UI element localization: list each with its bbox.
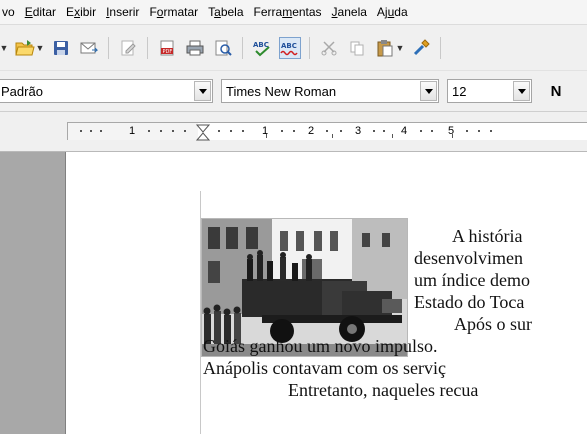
- new-document-dropdown[interactable]: ▼: [0, 37, 8, 59]
- save-icon[interactable]: [50, 37, 72, 59]
- menu-janela[interactable]: Janela: [327, 0, 372, 24]
- paragraph-line: Anápolis contavam com os serviç: [203, 358, 446, 378]
- ruler-dot: [420, 130, 422, 132]
- clone-formatting-icon[interactable]: [410, 37, 432, 59]
- ruler-dot: [383, 130, 385, 132]
- svg-text:PDF: PDF: [163, 49, 173, 55]
- page-preview-icon[interactable]: [212, 37, 234, 59]
- spellcheck-icon[interactable]: ABC: [251, 37, 273, 59]
- ruler-tick: [332, 134, 333, 138]
- horizontal-ruler[interactable]: 1 1 2 3 4 5: [67, 122, 587, 141]
- toolbar-separator: [440, 36, 441, 59]
- chevron-down-icon[interactable]: [513, 81, 530, 101]
- menu-editar[interactable]: Editar: [20, 0, 61, 24]
- toolbar-separator: [147, 36, 148, 59]
- print-icon[interactable]: [184, 37, 206, 59]
- paragraph-line: desenvolvimen: [414, 248, 523, 268]
- ruler-label: 4: [401, 125, 408, 137]
- chevron-down-icon[interactable]: [194, 81, 211, 101]
- paragraph-style-select[interactable]: Padrão: [0, 79, 213, 103]
- ruler-label: 1: [129, 125, 136, 137]
- paste-icon[interactable]: [374, 37, 396, 59]
- toolbar-separator: [108, 36, 109, 59]
- autospellcheck-icon[interactable]: ABC: [279, 36, 301, 59]
- standard-toolbar: ▼ ▼ PDF ABC ABC ▼: [0, 24, 587, 70]
- ruler-dot: [326, 130, 328, 132]
- menu-ferramentas[interactable]: Ferramentas: [249, 0, 327, 24]
- svg-text:ABC: ABC: [281, 42, 297, 50]
- toolbar-separator: [242, 36, 243, 59]
- ruler-dot: [184, 130, 186, 132]
- ruler-dot: [80, 130, 82, 132]
- indent-marker-icon[interactable]: [196, 124, 210, 141]
- paragraph-line: Após o sur: [454, 314, 533, 334]
- ruler-row: 1 1 2 3 4 5: [0, 112, 587, 152]
- ruler-dot: [431, 130, 433, 132]
- menu-arquivo[interactable]: vo: [0, 0, 20, 24]
- open-dropdown[interactable]: ▼: [36, 37, 45, 59]
- page-margin-background: [0, 152, 66, 434]
- paragraph-line: Estado do Toca: [414, 292, 525, 312]
- paragraph-line: um índice demo: [414, 270, 530, 290]
- ruler-dot: [90, 130, 92, 132]
- font-size-select[interactable]: 12: [447, 79, 532, 103]
- paragraph-line: A história: [452, 226, 523, 246]
- ruler-label: 5: [448, 125, 455, 137]
- ruler-dot: [160, 130, 162, 132]
- export-pdf-icon[interactable]: PDF: [156, 37, 178, 59]
- toolbar-separator: [309, 36, 310, 59]
- ruler-dot: [172, 130, 174, 132]
- paragraph-style-value: Padrão: [1, 83, 43, 99]
- ruler-dot: [373, 130, 375, 132]
- paste-dropdown[interactable]: ▼: [396, 37, 405, 59]
- menu-ajuda[interactable]: Ajuda: [372, 0, 413, 24]
- copy-icon[interactable]: [346, 37, 368, 59]
- email-icon[interactable]: [78, 37, 100, 59]
- paragraph-line: Goiás ganhou um novo impulso.: [203, 336, 438, 356]
- ruler-tick: [392, 134, 393, 138]
- menu-inserir[interactable]: Inserir: [101, 0, 144, 24]
- ruler-dot: [293, 130, 295, 132]
- font-name-value: Times New Roman: [226, 83, 337, 99]
- menu-tabela[interactable]: Tabela: [203, 0, 248, 24]
- menu-formatar[interactable]: Formatar: [144, 0, 203, 24]
- ruler-dot: [242, 130, 244, 132]
- ruler-dot: [100, 130, 102, 132]
- ruler-dot: [148, 130, 150, 132]
- ruler-dot: [466, 130, 468, 132]
- menu-exibir[interactable]: Exibir: [61, 0, 101, 24]
- cut-icon[interactable]: [318, 37, 340, 59]
- paragraph-line: Entretanto, naqueles recua: [288, 380, 479, 400]
- ruler-dot: [218, 130, 220, 132]
- ruler-label: 2: [308, 125, 315, 137]
- font-name-select[interactable]: Times New Roman: [221, 79, 439, 103]
- ruler-label: 3: [355, 125, 362, 137]
- formatting-toolbar: Padrão Times New Roman 12 N: [0, 70, 587, 112]
- open-folder-icon[interactable]: [14, 37, 36, 59]
- ruler-dot: [281, 130, 283, 132]
- ruler-dot: [478, 130, 480, 132]
- menu-bar: vo Editar Exibir Inserir Formatar Tabela…: [0, 0, 587, 24]
- edit-file-icon[interactable]: [117, 37, 139, 59]
- ruler-dot: [230, 130, 232, 132]
- font-size-value: 12: [452, 83, 467, 99]
- ruler-dot: [490, 130, 492, 132]
- ruler-dot: [340, 130, 342, 132]
- chevron-down-icon[interactable]: [420, 81, 437, 101]
- bold-button[interactable]: N: [546, 83, 566, 100]
- svg-text:ABC: ABC: [253, 41, 269, 49]
- ruler-tick: [266, 134, 267, 138]
- document-area[interactable]: A história desenvolvimen um índice demo …: [0, 152, 587, 434]
